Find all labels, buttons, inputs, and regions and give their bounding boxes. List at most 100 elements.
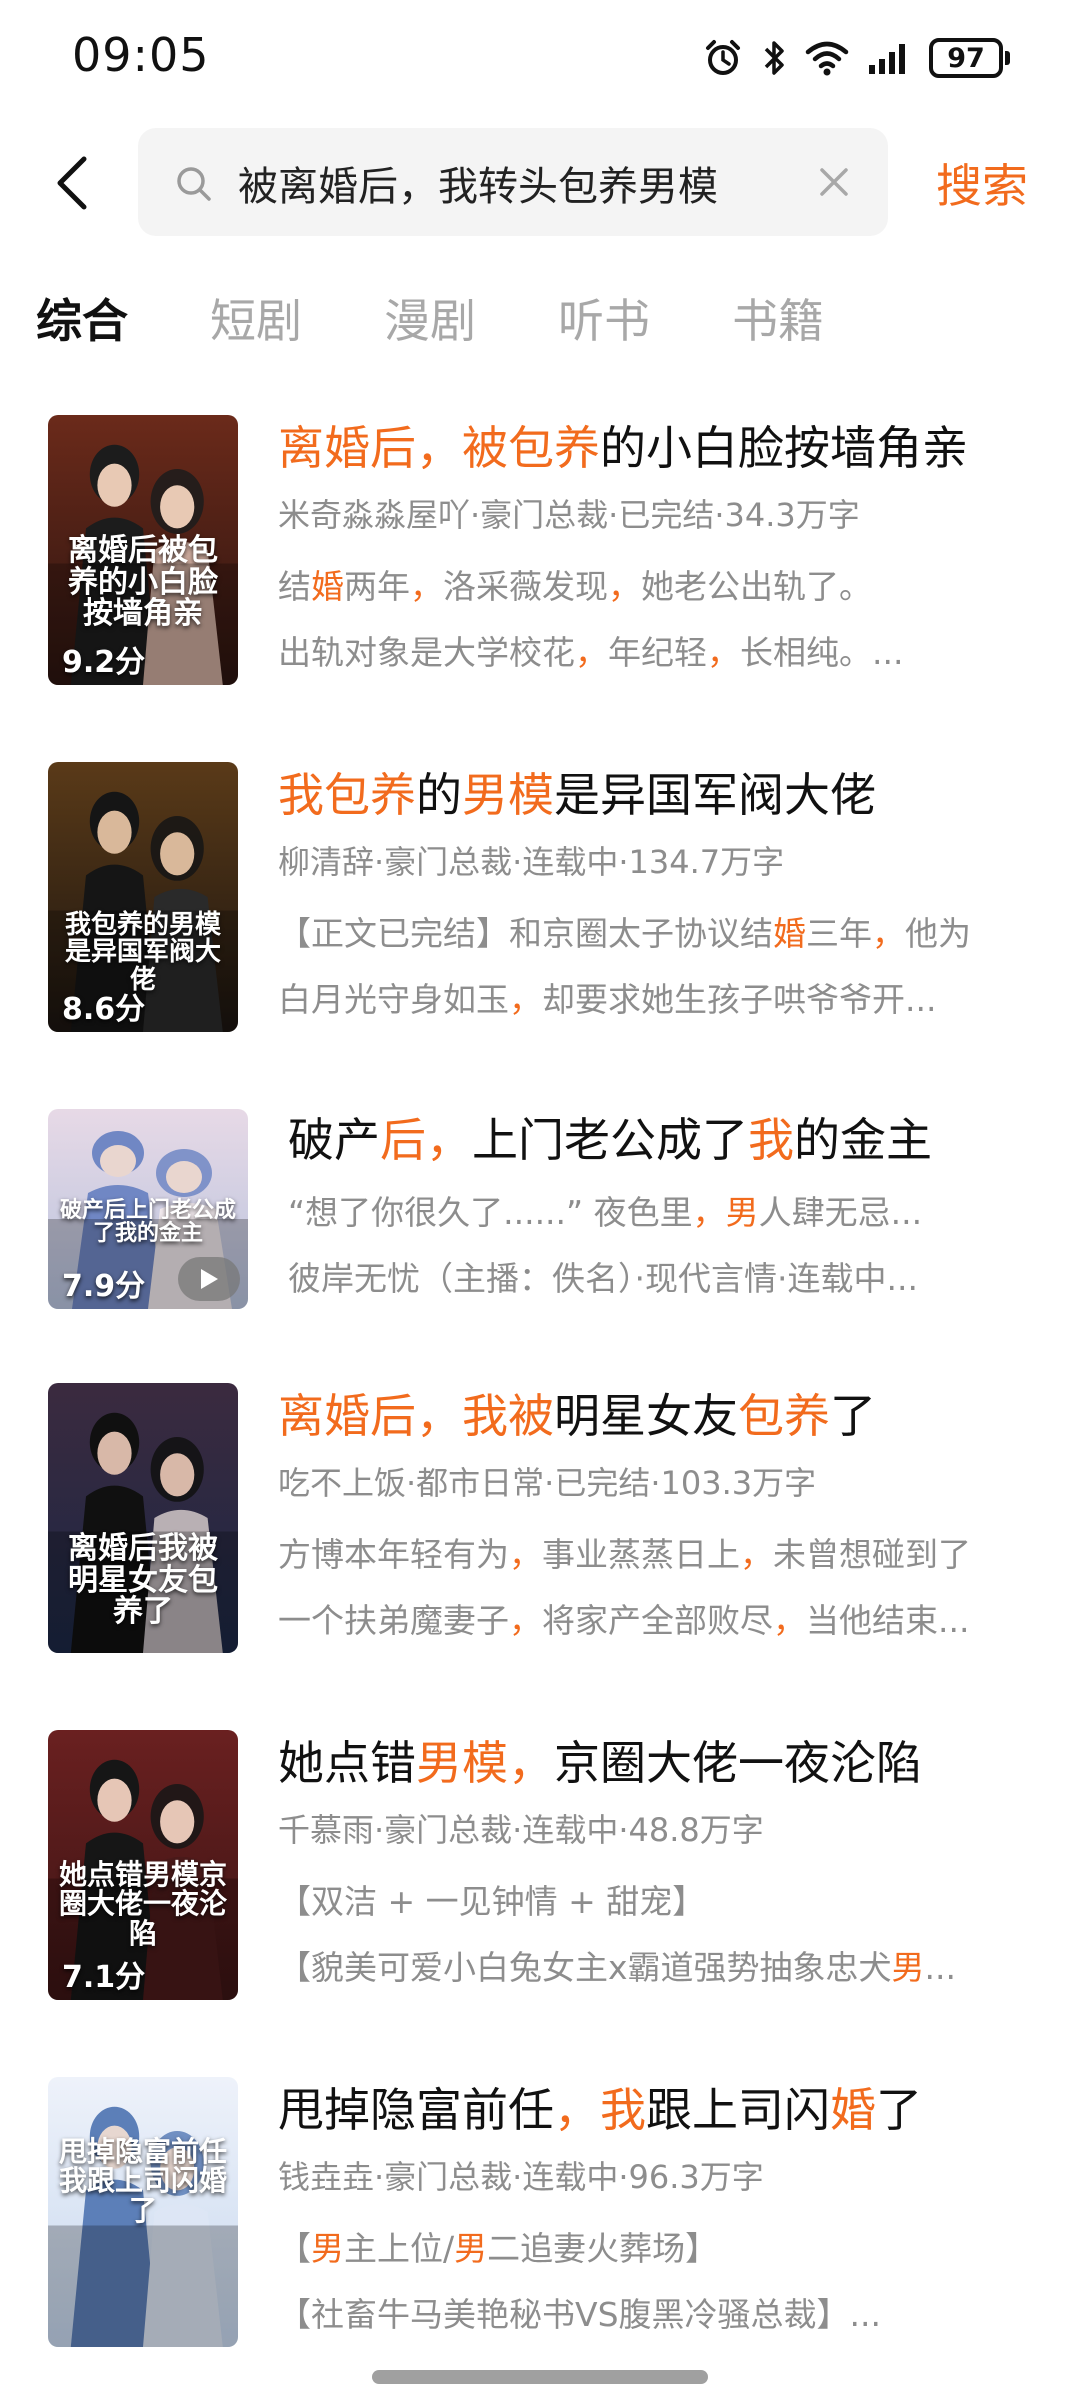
cover-score: 7.1分 xyxy=(62,1960,146,1995)
book-description-line: 【男主上位/男二追妻火葬场】 xyxy=(278,2222,1038,2270)
result-item[interactable]: 她点错男模京圈大佬一夜沦陷 7.1分 她点错男模，京圈大佬一夜沦陷千慕雨·豪门总裁·… xyxy=(0,1725,1080,2025)
title-segment: 包养 xyxy=(738,1389,830,1443)
back-button[interactable] xyxy=(40,146,104,220)
title-segment: 男模 xyxy=(416,1736,508,1790)
book-description-line: 【双洁 + 一见钟情 + 甜宠】 xyxy=(278,1875,1038,1923)
description-segment: 人肆无忌... xyxy=(758,1193,923,1232)
tab-2[interactable]: 漫剧 xyxy=(384,285,476,355)
description-segment: 白月光守身如玉 xyxy=(278,980,509,1019)
cover-title-text: 离婚后被包养的小白脸按墙角亲 xyxy=(68,533,218,631)
title-segment: 甩掉隐富前任 xyxy=(278,2083,554,2137)
description-segment: 主上位/ xyxy=(344,2229,455,2268)
search-query-text[interactable]: 被离婚后，我转头包养男模 xyxy=(238,154,718,212)
book-meta: 千慕雨·豪门总裁·连载中·48.8万字 xyxy=(278,1811,764,1849)
clear-icon[interactable] xyxy=(814,162,854,202)
description-segment: ， xyxy=(509,980,542,1019)
search-input[interactable]: 被离婚后，我转头包养男模 xyxy=(138,128,888,236)
cover-title-text: 离婚后我被明星女友包养了 xyxy=(68,1531,218,1629)
book-title[interactable]: 破产后，上门老公成了我的金主 xyxy=(288,1104,932,1170)
description-segment: 结 xyxy=(278,567,311,606)
status-bar: 09:05 97 xyxy=(0,0,1080,110)
description-segment: ， xyxy=(773,1601,806,1640)
description-segment: 却要求她生孩子哄爷爷开... xyxy=(542,980,937,1019)
book-title[interactable]: 离婚后，我被明星女友包养了 xyxy=(278,1380,876,1446)
description-segment: ， xyxy=(692,1193,726,1232)
book-description-line: 【貌美可爱小白兔女主x霸道强势抽象忠犬男... xyxy=(278,1941,1038,1989)
description-segment: 他为 xyxy=(905,914,971,953)
book-meta: 柳清辞·豪门总裁·连载中·134.7万字 xyxy=(278,843,785,881)
description-segment: 婚 xyxy=(773,914,806,953)
book-description-line: 一个扶弟魔妻子，将家产全部败尽，当他结束... xyxy=(278,1594,1038,1642)
title-segment: 的小白脸按墙角亲 xyxy=(600,421,968,475)
book-title[interactable]: 她点错男模，京圈大佬一夜沦陷 xyxy=(278,1727,922,1793)
book-cover[interactable]: 她点错男模京圈大佬一夜沦陷 7.1分 xyxy=(48,1730,238,2000)
book-cover[interactable]: 离婚后我被明星女友包养了 xyxy=(48,1383,238,1653)
description-segment: ， xyxy=(575,633,608,672)
title-segment: 离婚后， xyxy=(278,421,462,475)
book-title[interactable]: 离婚后，被包养的小白脸按墙角亲 xyxy=(278,412,968,478)
title-segment: 我 xyxy=(600,2083,646,2137)
search-button[interactable]: 搜索 xyxy=(936,150,1028,216)
description-segment: 年纪轻 xyxy=(608,633,707,672)
cover-title-text: 甩掉隐富前任我跟上司闪婚了 xyxy=(58,2135,227,2227)
book-description-line: “想了你很久了......” 夜色里，男人肆无忌... xyxy=(288,1186,1048,1234)
title-segment: 包养 xyxy=(508,421,600,475)
battery-tip xyxy=(1005,51,1010,65)
description-segment: 两年 xyxy=(344,567,410,606)
book-cover[interactable]: 我包养的男模是异国军阀大佬 8.6分 xyxy=(48,762,238,1032)
tab-1[interactable]: 短剧 xyxy=(210,285,302,355)
tab-3[interactable]: 听书 xyxy=(558,285,650,355)
description-segment: 未曾想碰到了 xyxy=(773,1535,971,1574)
result-item[interactable]: 甩掉隐富前任我跟上司闪婚了 甩掉隐富前任，我跟上司闪婚了 钱垚垚·豪门总裁·连载中·… xyxy=(0,2072,1080,2372)
description-segment: ， xyxy=(410,567,443,606)
title-segment: 被 xyxy=(462,421,508,475)
description-segment: 三年 xyxy=(806,914,872,953)
signal-icon xyxy=(869,44,905,74)
title-segment: ， xyxy=(426,1113,472,1167)
result-item[interactable]: 我包养的男模是异国军阀大佬 8.6分 我包养的男模是异国军阀大佬柳清辞·豪门总裁·连… xyxy=(0,757,1080,1057)
search-header: 被离婚后，我转头包养男模 搜索 xyxy=(0,128,1080,238)
description-segment: 事业蒸蒸日上 xyxy=(542,1535,740,1574)
book-title[interactable]: 我包养的男模是异国军阀大佬 xyxy=(278,759,876,825)
battery-indicator: 97 xyxy=(929,38,1010,78)
bluetooth-icon xyxy=(764,41,784,75)
home-indicator[interactable] xyxy=(372,2370,708,2384)
title-segment: 京圈大佬一夜沦陷 xyxy=(554,1736,922,1790)
description-segment: 【社畜牛马美艳秘书VS腹黑冷骚总裁】... xyxy=(278,2295,881,2334)
book-cover[interactable]: 破产后上门老公成了我的金主 7.9分 xyxy=(48,1109,248,1309)
book-title[interactable]: 甩掉隐富前任，我跟上司闪婚了 xyxy=(278,2074,922,2140)
book-description-line: 【正文已完结】和京圈太子协议结婚三年，他为 xyxy=(278,907,1038,955)
tab-0[interactable]: 综合 xyxy=(36,285,128,355)
description-segment: 男 xyxy=(891,1948,925,1987)
book-description-line: 白月光守身如玉，却要求她生孩子哄爷爷开... xyxy=(278,973,1038,1021)
description-segment: 男 xyxy=(725,1193,759,1232)
title-segment: 的 xyxy=(416,768,462,822)
cover-title-text: 我包养的男模是异国军阀大佬 xyxy=(64,910,221,995)
title-segment: 破产 xyxy=(288,1113,380,1167)
search-icon xyxy=(177,167,211,201)
result-item[interactable]: 离婚后被包养的小白脸按墙角亲 9.2分 离婚后，被包养的小白脸按墙角亲米奇淼淼屋吖·… xyxy=(0,410,1080,710)
play-badge[interactable] xyxy=(178,1257,240,1301)
title-segment: 她点错 xyxy=(278,1736,416,1790)
description-segment: 【貌美可爱小白兔女主x霸道强势抽象忠犬 xyxy=(278,1948,892,1987)
description-segment: ， xyxy=(740,1535,773,1574)
book-cover[interactable]: 甩掉隐富前任我跟上司闪婚了 xyxy=(48,2077,238,2347)
category-tabs: 综合 短剧 漫剧 听书 书籍 xyxy=(36,285,906,355)
title-segment: 了 xyxy=(876,2083,922,2137)
title-segment: 我 xyxy=(748,1113,794,1167)
description-segment: 一个扶弟魔妻子 xyxy=(278,1601,509,1640)
book-cover[interactable]: 离婚后被包养的小白脸按墙角亲 9.2分 xyxy=(48,415,238,685)
title-segment: 的金主 xyxy=(794,1113,932,1167)
status-time: 09:05 xyxy=(72,28,210,82)
book-description-line: 彼岸无忧（主播：佚名）·现代言情·连载中... xyxy=(288,1252,1048,1300)
title-segment: 是异国军阀大佬 xyxy=(554,768,876,822)
result-item[interactable]: 离婚后我被明星女友包养了 离婚后，我被明星女友包养了 吃不上饭·都市日常·已完结·1… xyxy=(0,1378,1080,1678)
description-segment: 【正文已完结】和京圈太子协议结 xyxy=(278,914,773,953)
tab-4[interactable]: 书籍 xyxy=(732,285,824,355)
book-meta: 米奇淼淼屋吖·豪门总裁·已完结·34.3万字 xyxy=(278,496,860,534)
title-segment: 离婚后， xyxy=(278,1389,462,1443)
cover-title-text: 她点错男模京圈大佬一夜沦陷 xyxy=(58,1858,227,1950)
result-item[interactable]: 破产后上门老公成了我的金主 7.9分 破产后，上门老公成了我的金主 “想了你很久了..… xyxy=(0,1104,1080,1404)
title-segment: 婚 xyxy=(830,2083,876,2137)
title-segment: 我被 xyxy=(462,1389,554,1443)
